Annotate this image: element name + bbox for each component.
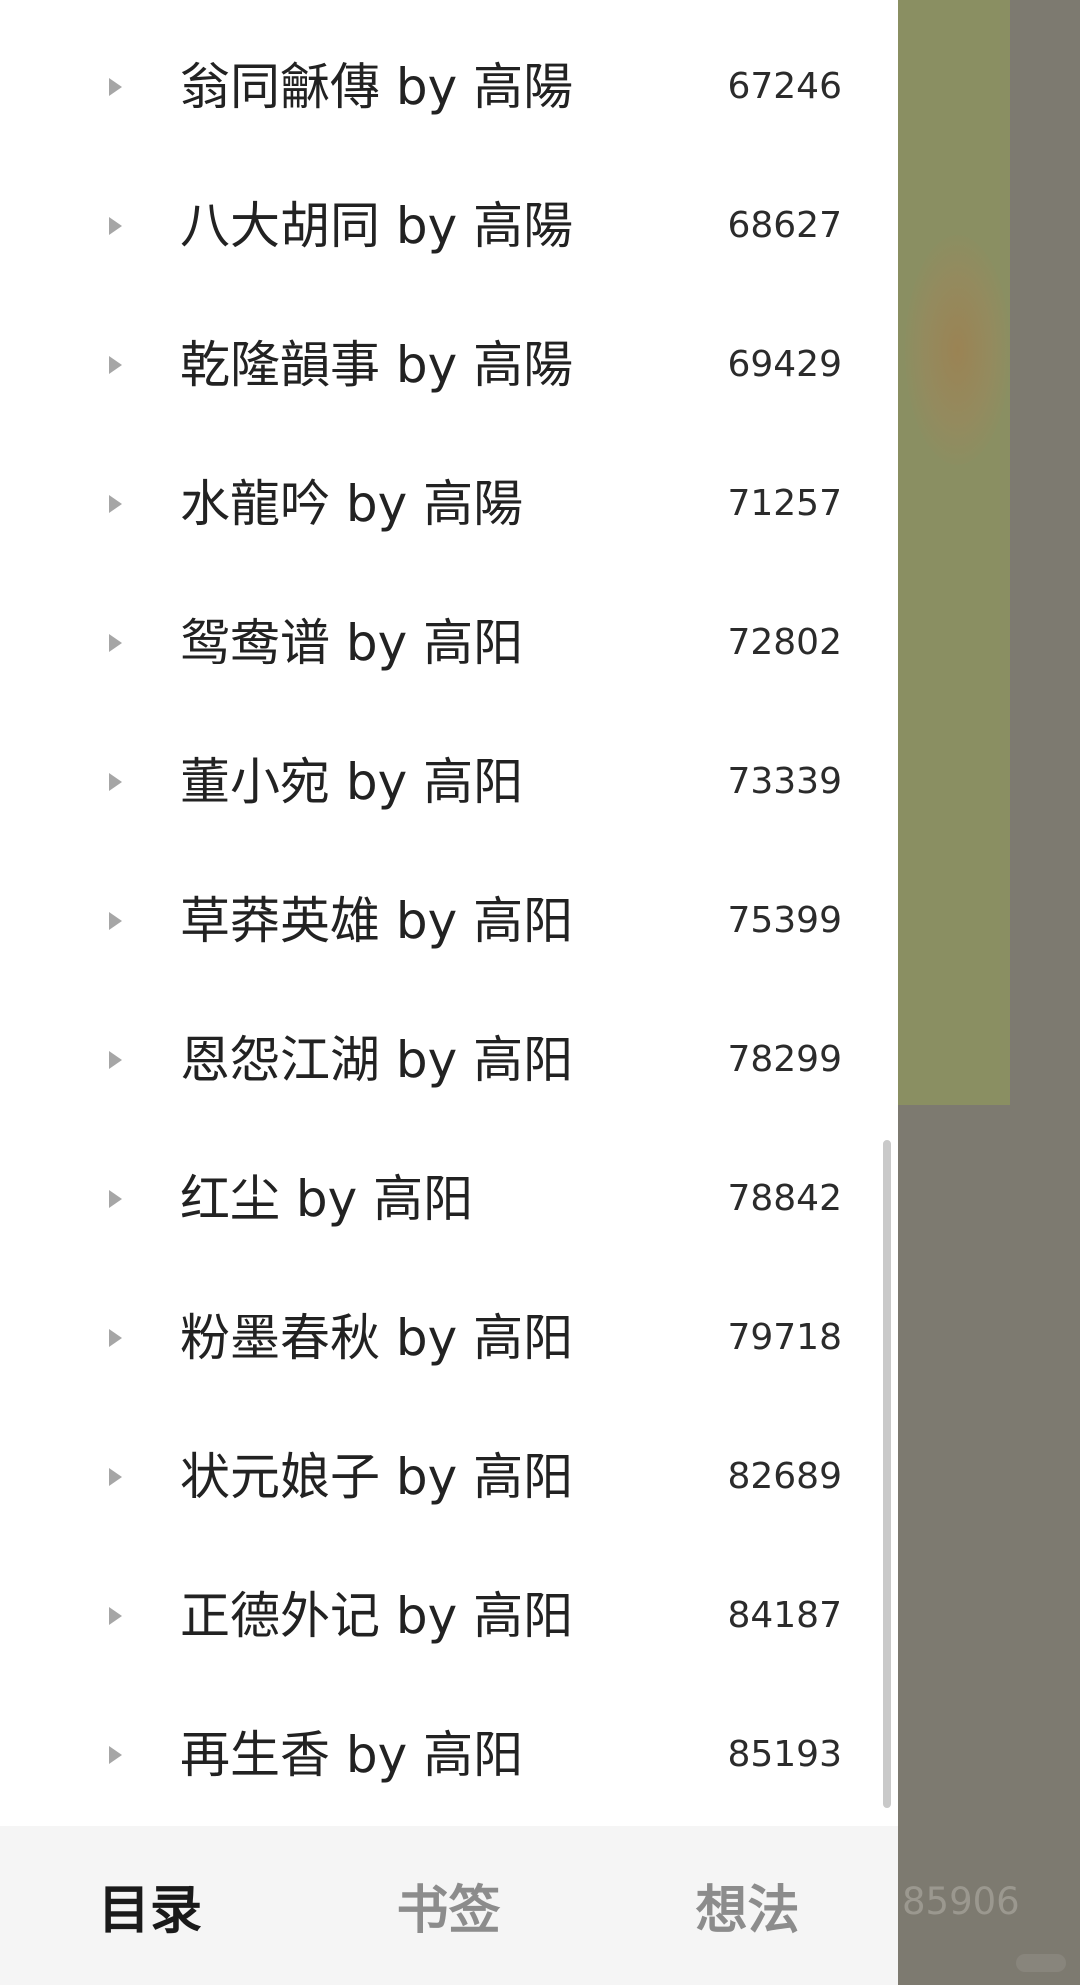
expand-arrow-icon[interactable] [109,495,122,513]
expand-arrow-icon[interactable] [109,773,122,791]
expand-arrow-icon[interactable] [109,217,122,235]
toc-item-page: 73339 [727,761,842,802]
toc-item-title: 乾隆韻事 by 高陽 [180,336,574,394]
toc-item[interactable]: 翁同龢傳 by 高陽 67246 [0,17,898,156]
toc-item-title: 鸳鸯谱 by 高阳 [180,614,524,672]
book-page-preview [898,0,1010,1105]
book-illustration [905,235,1010,465]
expand-arrow-icon[interactable] [109,1746,122,1764]
toc-item-page: 84187 [727,1595,842,1636]
expand-arrow-icon[interactable] [109,1329,122,1347]
toc-item-title: 恩怨江湖 by 高阳 [180,1031,574,1089]
expand-arrow-icon[interactable] [109,78,122,96]
scrollbar-thumb[interactable] [883,1140,891,1808]
toc-item[interactable]: 乾隆韻事 by 高陽 69429 [0,295,898,434]
current-page-number: 85906 [902,1880,1020,1923]
tab-bookmarks[interactable]: 书签 [299,1826,598,1985]
toc-item-page: 69429 [727,344,842,385]
toc-drawer: 翁同龢傳 by 高陽 67246 八大胡同 by 高陽 68627 乾隆韻事 b… [0,0,898,1985]
toc-item[interactable]: 水龍吟 by 高陽 71257 [0,434,898,573]
toc-item-title: 董小宛 by 高阳 [180,753,524,811]
tab-contents[interactable]: 目录 [0,1826,299,1985]
toc-item-page: 67246 [727,66,842,107]
toc-item[interactable]: 状元娘子 by 高阳 82689 [0,1407,898,1546]
toc-item-title: 草莽英雄 by 高阳 [180,892,574,950]
watermark-badge [1016,1954,1066,1972]
toc-item-title: 状元娘子 by 高阳 [180,1448,574,1506]
toc-item-page: 75399 [727,900,842,941]
expand-arrow-icon[interactable] [109,634,122,652]
toc-item-title: 水龍吟 by 高陽 [180,475,524,533]
expand-arrow-icon[interactable] [109,912,122,930]
toc-item-page: 85193 [727,1734,842,1775]
toc-item-title: 正德外记 by 高阳 [180,1587,574,1645]
toc-item-title: 红尘 by 高阳 [180,1170,474,1228]
toc-item[interactable]: 董小宛 by 高阳 73339 [0,712,898,851]
toc-item[interactable]: 再生香 by 高阳 85193 [0,1685,898,1824]
toc-item[interactable]: 鸳鸯谱 by 高阳 72802 [0,573,898,712]
toc-item-page: 82689 [727,1456,842,1497]
toc-item-page: 71257 [727,483,842,524]
toc-item-page: 78842 [727,1178,842,1219]
toc-item[interactable]: 恩怨江湖 by 高阳 78299 [0,990,898,1129]
toc-item[interactable]: 正德外记 by 高阳 84187 [0,1546,898,1685]
toc-list[interactable]: 翁同龢傳 by 高陽 67246 八大胡同 by 高陽 68627 乾隆韻事 b… [0,0,898,1826]
tab-notes[interactable]: 想法 [598,1826,897,1985]
toc-item-title: 粉墨春秋 by 高阳 [180,1309,574,1367]
toc-item-page: 68627 [727,205,842,246]
toc-item-title: 八大胡同 by 高陽 [180,197,574,255]
toc-item-page: 78299 [727,1039,842,1080]
expand-arrow-icon[interactable] [109,1607,122,1625]
expand-arrow-icon[interactable] [109,1468,122,1486]
toc-item-page: 72802 [727,622,842,663]
toc-item[interactable]: 红尘 by 高阳 78842 [0,1129,898,1268]
toc-item-page: 79718 [727,1317,842,1358]
toc-item[interactable]: 八大胡同 by 高陽 68627 [0,156,898,295]
expand-arrow-icon[interactable] [109,1051,122,1069]
expand-arrow-icon[interactable] [109,356,122,374]
toc-item-title: 再生香 by 高阳 [180,1726,524,1784]
toc-item[interactable]: 草莽英雄 by 高阳 75399 [0,851,898,990]
bottom-tab-bar: 目录 书签 想法 [0,1826,898,1985]
toc-item-title: 翁同龢傳 by 高陽 [180,58,574,116]
toc-item[interactable]: 粉墨春秋 by 高阳 79718 [0,1268,898,1407]
expand-arrow-icon[interactable] [109,1190,122,1208]
